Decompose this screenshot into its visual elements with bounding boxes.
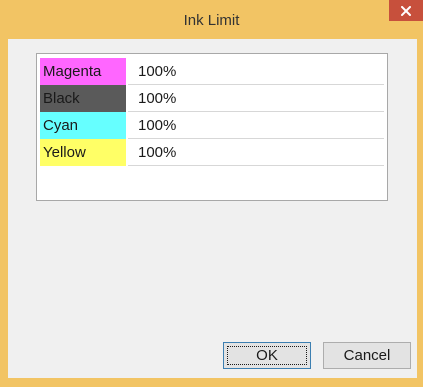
title-bar[interactable]: Ink Limit	[0, 0, 423, 39]
ink-name: Magenta	[43, 63, 102, 80]
ink-swatch-cyan: Cyan	[40, 112, 126, 139]
cancel-button[interactable]: Cancel	[323, 342, 411, 369]
ink-swatch-yellow: Yellow	[40, 139, 126, 166]
ink-limit-dialog: Ink Limit Magenta 100% Black 100% Cyan 1…	[0, 0, 423, 387]
focus-ring	[227, 346, 307, 365]
ink-row-magenta[interactable]: Magenta 100%	[40, 58, 384, 85]
ink-name: Black	[43, 90, 80, 107]
row-divider	[128, 165, 384, 166]
ink-name: Yellow	[43, 144, 86, 161]
ink-list[interactable]: Magenta 100% Black 100% Cyan 100% Yellow…	[36, 53, 388, 201]
ink-limit-value[interactable]: 100%	[138, 58, 176, 85]
ok-button[interactable]: OK	[223, 342, 311, 369]
ink-row-cyan[interactable]: Cyan 100%	[40, 112, 384, 139]
ink-limit-value[interactable]: 100%	[138, 112, 176, 139]
ink-row-yellow[interactable]: Yellow 100%	[40, 139, 384, 166]
ink-name: Cyan	[43, 117, 79, 134]
close-button[interactable]	[389, 0, 423, 21]
dialog-body: Magenta 100% Black 100% Cyan 100% Yellow…	[8, 39, 417, 378]
ink-limit-value[interactable]: 100%	[138, 85, 176, 112]
cancel-button-label: Cancel	[343, 347, 391, 364]
window-title: Ink Limit	[183, 12, 240, 29]
close-icon	[401, 5, 411, 16]
ink-swatch-black: Black	[40, 85, 126, 112]
ink-row-black[interactable]: Black 100%	[40, 85, 384, 112]
ink-limit-value[interactable]: 100%	[138, 139, 176, 166]
ink-swatch-magenta: Magenta	[40, 58, 126, 85]
